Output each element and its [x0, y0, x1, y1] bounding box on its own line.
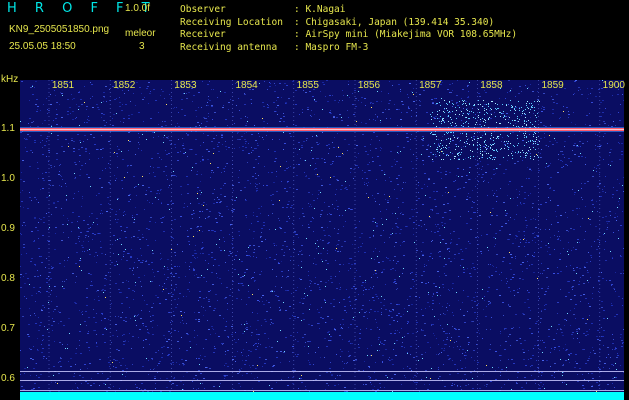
- x-tick-label: 1854: [235, 80, 258, 91]
- x-tick-label: 1851: [51, 80, 75, 91]
- x-tick-label: 1856: [357, 80, 381, 91]
- y-unit-label: kHz: [1, 74, 19, 85]
- y-tick-label: 1.0: [1, 173, 15, 184]
- reference-line: [20, 371, 624, 372]
- station-key: Receiving Location: [180, 16, 283, 28]
- x-tick-label: 1859: [541, 80, 564, 91]
- y-tick-label: 1.1: [1, 123, 15, 134]
- x-tick-label: 1855: [296, 80, 319, 91]
- reference-line: [20, 390, 624, 391]
- filename-label: KN9_2505051850.png: [9, 24, 110, 35]
- mode-label: meleor: [125, 28, 156, 39]
- y-tick-label: 0.7: [1, 323, 15, 334]
- x-tick-label: 1900: [602, 80, 625, 91]
- y-tick-label: 0.9: [1, 223, 15, 234]
- station-key: Observer: [180, 4, 226, 15]
- y-tick-label: 0.6: [1, 373, 15, 384]
- reference-line: [20, 380, 624, 381]
- spectrogram: [20, 80, 624, 400]
- station-row: Receiving antenna : Maspro FM-3: [180, 42, 517, 55]
- x-tick-label: 1852: [113, 80, 136, 91]
- carrier-core: [20, 129, 624, 130]
- station-key: Receiver: [180, 29, 226, 40]
- header-panel: H R O F F T 1.0.0f KN9_2505051850.png me…: [0, 0, 629, 76]
- station-value: : Chigasaki, Japan (139.414 35.340): [294, 16, 495, 28]
- station-key: Receiving antenna: [180, 41, 278, 53]
- station-value: : Maspro FM-3: [294, 41, 369, 53]
- x-tick-label: 1857: [419, 80, 442, 91]
- station-row: Receiving Location : Chigasaki, Japan (13…: [180, 17, 517, 30]
- count-label: 3: [139, 41, 145, 52]
- datetime-label: 25.05.05 18:50: [9, 41, 76, 52]
- station-value: : AirSpy mini (Miakejima VOR 108.65MHz): [294, 29, 518, 40]
- y-tick-label: 0.8: [1, 273, 15, 284]
- station-value: : K.Nagai: [294, 4, 346, 15]
- version-label: 1.0.0f: [125, 3, 151, 14]
- station-row: Receiver : AirSpy mini (Miakejima VOR 108…: [180, 29, 517, 42]
- x-tick-label: 1853: [174, 80, 197, 91]
- spectrogram-panel: [20, 80, 624, 400]
- bottom-band: [20, 392, 624, 400]
- x-tick-label: 1858: [480, 80, 503, 91]
- station-info: Observer : K.Nagai Receiving Location : Ch…: [180, 4, 517, 54]
- station-row: Observer : K.Nagai: [180, 4, 517, 17]
